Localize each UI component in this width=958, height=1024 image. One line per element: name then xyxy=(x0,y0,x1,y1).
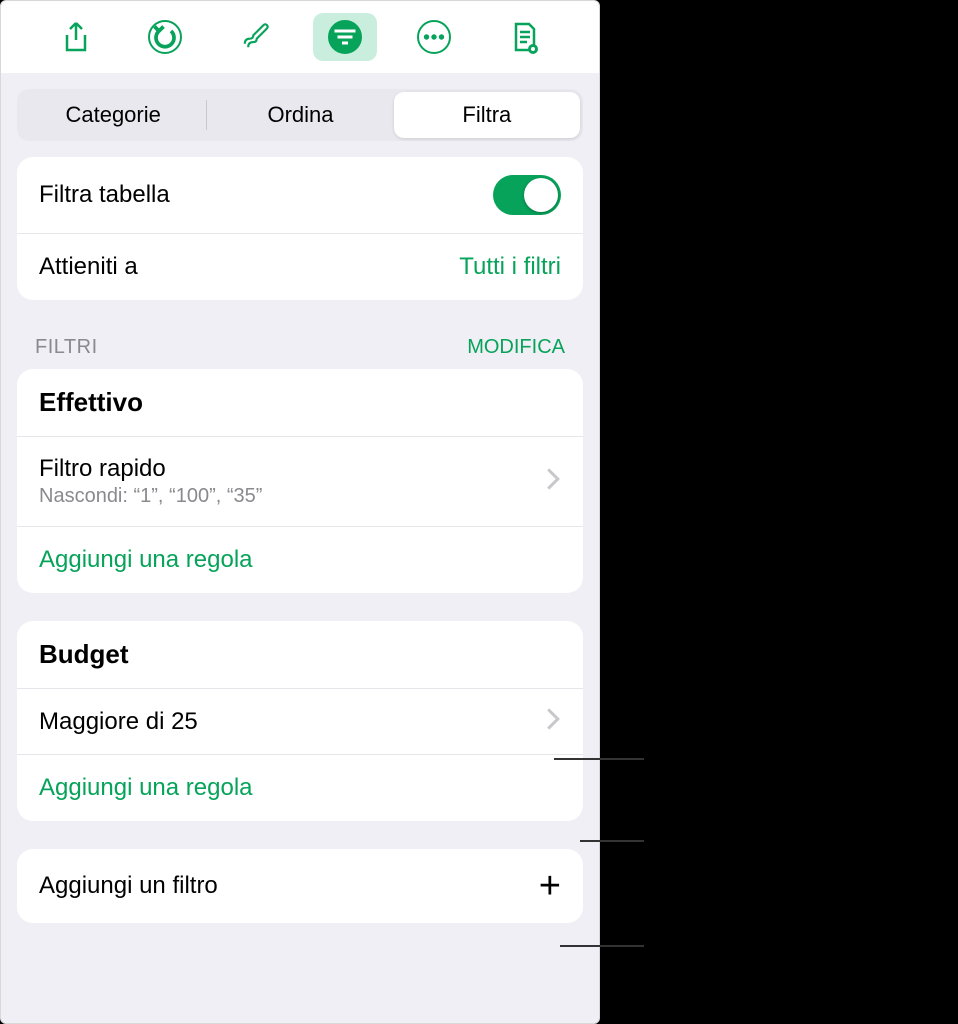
section-edit-button[interactable]: MODIFICA xyxy=(467,336,565,359)
brush-icon xyxy=(238,20,272,54)
row-adhere[interactable]: Attieniti a Tutti i filtri xyxy=(17,234,583,300)
callout-line xyxy=(554,758,644,760)
add-rule-budget-label: Aggiungi una regola xyxy=(39,774,561,802)
quick-filter-sub: Nascondi: “1”, “100”, “35” xyxy=(39,485,545,508)
row-filter-table: Filtra tabella xyxy=(17,157,583,234)
add-rule-effettivo-label: Aggiungi una regola xyxy=(39,546,561,574)
effettivo-title: Effettivo xyxy=(39,387,561,418)
chevron-right-icon xyxy=(545,707,561,736)
document-button[interactable] xyxy=(492,13,556,61)
segment-control: Categorie Ordina Filtra xyxy=(17,89,583,141)
more-icon xyxy=(417,20,451,54)
group-add-filter: Aggiungi un filtro + xyxy=(17,849,583,923)
section-header-filtri: FILTRI MODIFICA xyxy=(1,328,599,369)
filter-panel: Categorie Ordina Filtra Filtra tabella A… xyxy=(0,0,600,1024)
callout-line xyxy=(580,840,644,842)
add-filter-label: Aggiungi un filtro xyxy=(39,872,539,900)
share-button[interactable] xyxy=(44,13,108,61)
row-quick-filter[interactable]: Filtro rapido Nascondi: “1”, “100”, “35” xyxy=(17,437,583,527)
filter-table-toggle[interactable] xyxy=(493,175,561,215)
tab-filtra[interactable]: Filtra xyxy=(394,92,580,138)
filter-icon xyxy=(328,20,362,54)
undo-icon xyxy=(148,20,182,54)
quick-filter-label: Filtro rapido xyxy=(39,455,545,483)
row-budget-title: Budget xyxy=(17,621,583,689)
group-budget: Budget Maggiore di 25 Aggiungi una regol… xyxy=(17,621,583,821)
row-add-rule-budget[interactable]: Aggiungi una regola xyxy=(17,755,583,821)
row-effettivo-title: Effettivo xyxy=(17,369,583,437)
undo-button[interactable] xyxy=(133,13,197,61)
filter-button[interactable] xyxy=(313,13,377,61)
group-filter-table: Filtra tabella Attieniti a Tutti i filtr… xyxy=(17,157,583,300)
budget-title: Budget xyxy=(39,639,561,670)
row-budget-rule1[interactable]: Maggiore di 25 xyxy=(17,689,583,755)
group-effettivo: Effettivo Filtro rapido Nascondi: “1”, “… xyxy=(17,369,583,593)
document-icon xyxy=(507,20,541,54)
row-add-filter[interactable]: Aggiungi un filtro + xyxy=(17,849,583,923)
filter-table-label: Filtra tabella xyxy=(39,181,493,209)
tab-ordina[interactable]: Ordina xyxy=(207,92,393,138)
chevron-right-icon xyxy=(545,467,561,496)
toolbar xyxy=(1,1,599,73)
share-icon xyxy=(59,20,93,54)
brush-button[interactable] xyxy=(223,13,287,61)
adhere-label: Attieniti a xyxy=(39,253,459,281)
adhere-value: Tutti i filtri xyxy=(459,253,561,281)
segment-control-wrap: Categorie Ordina Filtra xyxy=(1,73,599,157)
section-title: FILTRI xyxy=(35,336,98,359)
budget-rule1-label: Maggiore di 25 xyxy=(39,708,545,736)
toggle-knob xyxy=(524,178,558,212)
row-add-rule-effettivo[interactable]: Aggiungi una regola xyxy=(17,527,583,593)
more-button[interactable] xyxy=(402,13,466,61)
callout-line xyxy=(560,945,644,947)
plus-icon: + xyxy=(539,867,561,905)
tab-categorie[interactable]: Categorie xyxy=(20,92,206,138)
